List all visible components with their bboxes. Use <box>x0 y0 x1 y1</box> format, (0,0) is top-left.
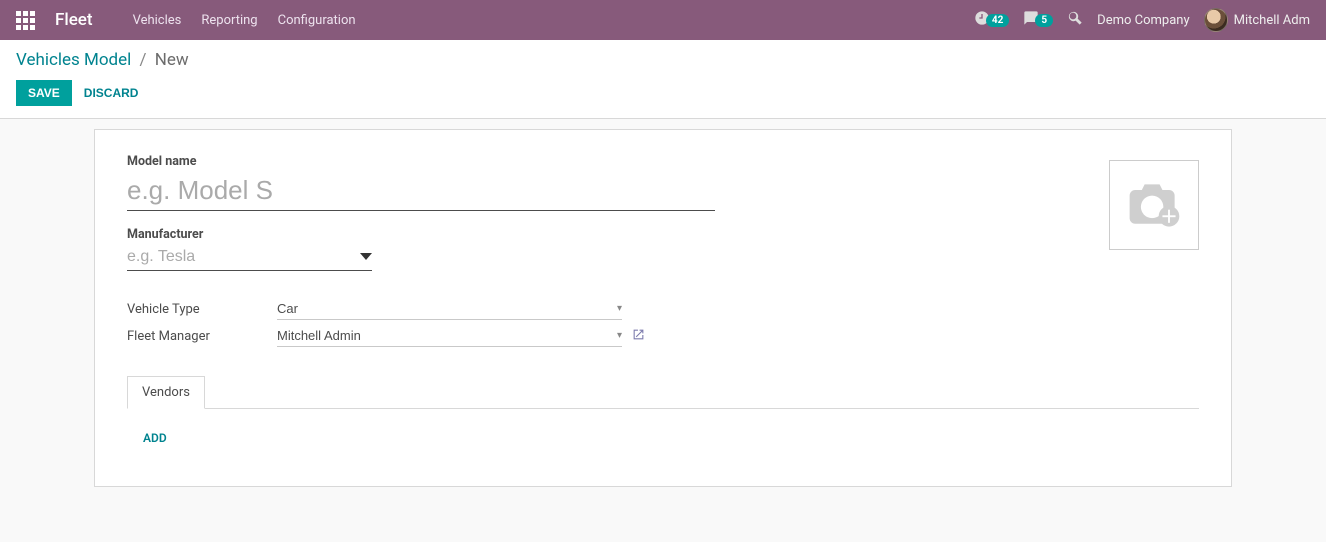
form-fields: Vehicle Type ▾ Fleet Manager ▾ <box>127 299 1199 347</box>
breadcrumb-sep: / <box>140 50 147 70</box>
save-button[interactable]: SAVE <box>16 80 72 106</box>
model-name-input[interactable] <box>127 171 715 211</box>
manufacturer-group: Manufacturer <box>127 227 372 271</box>
nav-right: 42 5 Demo Company Mitchell Adm <box>974 8 1310 32</box>
sheet-inner: Model name Manufacturer Vehicle Type <box>127 154 1199 454</box>
manufacturer-label: Manufacturer <box>127 227 372 242</box>
messages-badge: 5 <box>1035 14 1053 27</box>
user-menu[interactable]: Mitchell Adm <box>1204 8 1310 32</box>
tab-vendors[interactable]: Vendors <box>127 376 205 409</box>
sheet-container: Model name Manufacturer Vehicle Type <box>0 119 1326 511</box>
model-name-group: Model name <box>127 154 715 211</box>
settings-icon[interactable] <box>1067 10 1083 30</box>
fleet-manager-input[interactable] <box>277 328 617 343</box>
discard-button[interactable]: DISCARD <box>84 86 139 100</box>
vehicle-type-row: Vehicle Type ▾ <box>127 299 1199 320</box>
form-sheet: Model name Manufacturer Vehicle Type <box>94 129 1232 487</box>
app-brand[interactable]: Fleet <box>55 10 93 30</box>
control-bar: Vehicles Model / New SAVE DISCARD <box>0 40 1326 119</box>
nav-menu: Vehicles Reporting Configuration <box>133 13 356 28</box>
manufacturer-select[interactable] <box>127 244 372 271</box>
breadcrumb-parent[interactable]: Vehicles Model <box>16 50 131 70</box>
company-selector[interactable]: Demo Company <box>1097 13 1189 28</box>
fleet-manager-row: Fleet Manager ▾ <box>127 326 1199 347</box>
model-name-label: Model name <box>127 154 715 169</box>
chevron-down-icon[interactable] <box>360 250 372 265</box>
manufacturer-input[interactable] <box>127 244 360 270</box>
user-name: Mitchell Adm <box>1234 13 1310 28</box>
avatar <box>1204 8 1228 32</box>
fleet-manager-label: Fleet Manager <box>127 329 277 344</box>
add-vendor-button[interactable]: ADD <box>143 431 167 445</box>
tab-bar: Vendors <box>127 375 1199 409</box>
nav-item-reporting[interactable]: Reporting <box>201 13 257 28</box>
vehicle-type-select[interactable]: ▾ <box>277 299 622 320</box>
vehicle-type-input[interactable] <box>277 301 617 316</box>
chevron-down-icon[interactable]: ▾ <box>617 303 622 314</box>
nav-item-configuration[interactable]: Configuration <box>278 13 356 28</box>
activity-indicator[interactable]: 42 <box>974 10 1009 30</box>
breadcrumb: Vehicles Model / New <box>16 50 1310 70</box>
apps-icon[interactable] <box>16 11 35 30</box>
action-buttons: SAVE DISCARD <box>16 80 1310 106</box>
nav-left: Fleet Vehicles Reporting Configuration <box>16 10 356 30</box>
fleet-manager-select[interactable]: ▾ <box>277 326 622 347</box>
camera-plus-icon <box>1124 180 1184 230</box>
chevron-down-icon[interactable]: ▾ <box>617 330 622 341</box>
activity-badge: 42 <box>986 14 1009 27</box>
breadcrumb-current: New <box>155 50 189 70</box>
vehicle-type-label: Vehicle Type <box>127 302 277 317</box>
messages-indicator[interactable]: 5 <box>1023 10 1053 30</box>
nav-item-vehicles[interactable]: Vehicles <box>133 13 182 28</box>
vendors-panel: ADD <box>127 409 1199 454</box>
external-link-icon[interactable] <box>632 328 645 345</box>
top-navbar: Fleet Vehicles Reporting Configuration 4… <box>0 0 1326 40</box>
image-upload[interactable] <box>1109 160 1199 250</box>
